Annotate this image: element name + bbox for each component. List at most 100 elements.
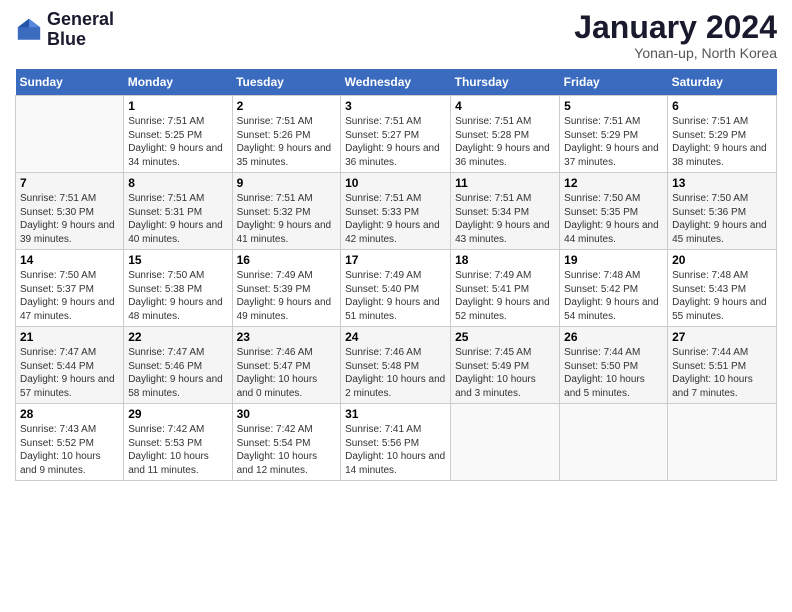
day-cell xyxy=(560,404,668,481)
day-number: 17 xyxy=(345,253,446,267)
day-info: Sunrise: 7:51 AMSunset: 5:28 PMDaylight:… xyxy=(455,115,555,169)
day-info: Sunrise: 7:46 AMSunset: 5:48 PMDaylight:… xyxy=(345,346,446,400)
day-number: 4 xyxy=(455,99,555,113)
day-number: 16 xyxy=(237,253,337,267)
day-number: 10 xyxy=(345,176,446,190)
day-cell: 27 Sunrise: 7:44 AMSunset: 5:51 PMDayligh… xyxy=(668,327,777,404)
day-info: Sunrise: 7:51 AMSunset: 5:34 PMDaylight:… xyxy=(455,192,555,246)
day-info: Sunrise: 7:51 AMSunset: 5:25 PMDaylight:… xyxy=(128,115,227,169)
week-row-4: 21 Sunrise: 7:47 AMSunset: 5:44 PMDayligh… xyxy=(16,327,777,404)
day-number: 20 xyxy=(672,253,772,267)
day-number: 7 xyxy=(20,176,119,190)
day-cell: 30Sunrise: 7:42 AMSunset: 5:54 PMDayligh… xyxy=(232,404,341,481)
day-number: 26 xyxy=(564,330,663,344)
day-number: 25 xyxy=(455,330,555,344)
day-info: Sunrise: 7:51 AMSunset: 5:29 PMDaylight:… xyxy=(564,115,663,169)
day-number: 8 xyxy=(128,176,227,190)
day-cell: 24Sunrise: 7:46 AMSunset: 5:48 PMDayligh… xyxy=(341,327,451,404)
day-info: Sunrise: 7:47 AMSunset: 5:44 PMDaylight:… xyxy=(20,346,119,400)
page-header: General Blue January 2024 Yonan-up, Nort… xyxy=(15,10,777,61)
day-info: Sunrise: 7:44 AMSunset: 5:51 PMDaylight:… xyxy=(672,346,772,400)
day-cell: 26Sunrise: 7:44 AMSunset: 5:50 PMDayligh… xyxy=(560,327,668,404)
day-cell: 6 Sunrise: 7:51 AMSunset: 5:29 PMDaylight… xyxy=(668,96,777,173)
day-cell: 4 Sunrise: 7:51 AMSunset: 5:28 PMDaylight… xyxy=(451,96,560,173)
day-cell: 1 Sunrise: 7:51 AMSunset: 5:25 PMDaylight… xyxy=(124,96,232,173)
day-cell: 9Sunrise: 7:51 AMSunset: 5:32 PMDaylight… xyxy=(232,173,341,250)
day-cell: 14 Sunrise: 7:50 AMSunset: 5:37 PMDayligh… xyxy=(16,250,124,327)
day-cell: 7 Sunrise: 7:51 AMSunset: 5:30 PMDaylight… xyxy=(16,173,124,250)
day-cell: 28 Sunrise: 7:43 AMSunset: 5:52 PMDayligh… xyxy=(16,404,124,481)
day-info: Sunrise: 7:51 AMSunset: 5:31 PMDaylight:… xyxy=(128,192,227,246)
day-cell: 3Sunrise: 7:51 AMSunset: 5:27 PMDaylight… xyxy=(341,96,451,173)
day-number: 28 xyxy=(20,407,119,421)
day-cell: 20Sunrise: 7:48 AMSunset: 5:43 PMDayligh… xyxy=(668,250,777,327)
col-header-sunday: Sunday xyxy=(16,69,124,96)
logo-icon xyxy=(15,16,43,44)
logo-text: General Blue xyxy=(47,10,114,50)
day-number: 13 xyxy=(672,176,772,190)
day-info: Sunrise: 7:51 AMSunset: 5:32 PMDaylight:… xyxy=(237,192,337,246)
day-cell xyxy=(16,96,124,173)
day-cell: 17 Sunrise: 7:49 AMSunset: 5:40 PMDayligh… xyxy=(341,250,451,327)
col-header-thursday: Thursday xyxy=(451,69,560,96)
day-cell: 10Sunrise: 7:51 AMSunset: 5:33 PMDayligh… xyxy=(341,173,451,250)
day-cell: 18Sunrise: 7:49 AMSunset: 5:41 PMDayligh… xyxy=(451,250,560,327)
location-subtitle: Yonan-up, North Korea xyxy=(574,45,777,61)
day-info: Sunrise: 7:45 AMSunset: 5:49 PMDaylight:… xyxy=(455,346,555,400)
day-number: 2 xyxy=(237,99,337,113)
day-cell: 31 Sunrise: 7:41 AMSunset: 5:56 PMDayligh… xyxy=(341,404,451,481)
day-cell xyxy=(668,404,777,481)
day-number: 31 xyxy=(345,407,446,421)
col-header-monday: Monday xyxy=(124,69,232,96)
day-number: 15 xyxy=(128,253,227,267)
day-cell: 23Sunrise: 7:46 AMSunset: 5:47 PMDayligh… xyxy=(232,327,341,404)
logo: General Blue xyxy=(15,10,114,50)
day-info: Sunrise: 7:43 AMSunset: 5:52 PMDaylight:… xyxy=(20,423,119,477)
day-number: 12 xyxy=(564,176,663,190)
day-info: Sunrise: 7:46 AMSunset: 5:47 PMDaylight:… xyxy=(237,346,337,400)
day-info: Sunrise: 7:50 AMSunset: 5:35 PMDaylight:… xyxy=(564,192,663,246)
day-number: 18 xyxy=(455,253,555,267)
day-number: 22 xyxy=(128,330,227,344)
day-number: 5 xyxy=(564,99,663,113)
day-cell: 25 Sunrise: 7:45 AMSunset: 5:49 PMDayligh… xyxy=(451,327,560,404)
day-cell: 13Sunrise: 7:50 AMSunset: 5:36 PMDayligh… xyxy=(668,173,777,250)
day-cell xyxy=(451,404,560,481)
day-cell: 2 Sunrise: 7:51 AMSunset: 5:26 PMDaylight… xyxy=(232,96,341,173)
day-info: Sunrise: 7:49 AMSunset: 5:40 PMDaylight:… xyxy=(345,269,446,323)
day-info: Sunrise: 7:49 AMSunset: 5:39 PMDaylight:… xyxy=(237,269,337,323)
day-number: 21 xyxy=(20,330,119,344)
day-number: 14 xyxy=(20,253,119,267)
week-row-1: 1 Sunrise: 7:51 AMSunset: 5:25 PMDaylight… xyxy=(16,96,777,173)
day-info: Sunrise: 7:42 AMSunset: 5:53 PMDaylight:… xyxy=(128,423,227,477)
day-info: Sunrise: 7:51 AMSunset: 5:30 PMDaylight:… xyxy=(20,192,119,246)
day-number: 27 xyxy=(672,330,772,344)
day-number: 29 xyxy=(128,407,227,421)
day-info: Sunrise: 7:50 AMSunset: 5:37 PMDaylight:… xyxy=(20,269,119,323)
title-block: January 2024 Yonan-up, North Korea xyxy=(574,10,777,61)
day-cell: 19Sunrise: 7:48 AMSunset: 5:42 PMDayligh… xyxy=(560,250,668,327)
col-header-tuesday: Tuesday xyxy=(232,69,341,96)
day-cell: 22 Sunrise: 7:47 AMSunset: 5:46 PMDayligh… xyxy=(124,327,232,404)
day-cell: 16 Sunrise: 7:49 AMSunset: 5:39 PMDayligh… xyxy=(232,250,341,327)
day-cell: 15Sunrise: 7:50 AMSunset: 5:38 PMDayligh… xyxy=(124,250,232,327)
day-cell: 21 Sunrise: 7:47 AMSunset: 5:44 PMDayligh… xyxy=(16,327,124,404)
day-info: Sunrise: 7:51 AMSunset: 5:29 PMDaylight:… xyxy=(672,115,772,169)
col-header-wednesday: Wednesday xyxy=(341,69,451,96)
calendar-table: SundayMondayTuesdayWednesdayThursdayFrid… xyxy=(15,69,777,481)
header-row: SundayMondayTuesdayWednesdayThursdayFrid… xyxy=(16,69,777,96)
col-header-saturday: Saturday xyxy=(668,69,777,96)
day-info: Sunrise: 7:47 AMSunset: 5:46 PMDaylight:… xyxy=(128,346,227,400)
day-info: Sunrise: 7:48 AMSunset: 5:42 PMDaylight:… xyxy=(564,269,663,323)
day-number: 1 xyxy=(128,99,227,113)
day-info: Sunrise: 7:51 AMSunset: 5:27 PMDaylight:… xyxy=(345,115,446,169)
day-info: Sunrise: 7:51 AMSunset: 5:26 PMDaylight:… xyxy=(237,115,337,169)
day-cell: 12 Sunrise: 7:50 AMSunset: 5:35 PMDayligh… xyxy=(560,173,668,250)
day-cell: 5 Sunrise: 7:51 AMSunset: 5:29 PMDaylight… xyxy=(560,96,668,173)
day-number: 11 xyxy=(455,176,555,190)
week-row-5: 28 Sunrise: 7:43 AMSunset: 5:52 PMDayligh… xyxy=(16,404,777,481)
day-number: 6 xyxy=(672,99,772,113)
week-row-2: 7 Sunrise: 7:51 AMSunset: 5:30 PMDaylight… xyxy=(16,173,777,250)
day-cell: 8 Sunrise: 7:51 AMSunset: 5:31 PMDaylight… xyxy=(124,173,232,250)
day-info: Sunrise: 7:41 AMSunset: 5:56 PMDaylight:… xyxy=(345,423,446,477)
